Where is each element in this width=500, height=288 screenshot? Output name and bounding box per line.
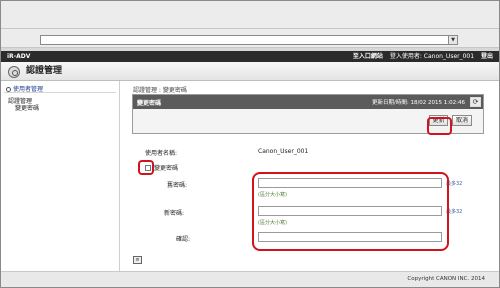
page-titlebar: 認證管理 xyxy=(1,62,499,81)
page-title: 認證管理 xyxy=(26,66,63,76)
panel-title: 變更密碼 xyxy=(137,100,162,107)
browser-toolbar xyxy=(1,1,499,29)
gear-icon xyxy=(8,66,20,78)
highlight-box xyxy=(427,117,452,135)
login-user-text: 登入使用者: Canon_User_001 xyxy=(389,53,475,60)
username-label: 使用者名稱: xyxy=(145,150,178,157)
cancel-button[interactable]: 取消 xyxy=(452,115,472,126)
confirm-password-label: 確認: xyxy=(176,236,191,243)
change-password-label: 變更密碼 xyxy=(154,165,179,172)
footer: Copyright CANON INC. 2014 xyxy=(1,271,499,287)
username-value: Canon_User_001 xyxy=(258,148,309,155)
last-updated-text: 更新日期/時間: 18/02 2015 1:02:46 xyxy=(371,100,465,106)
back-to-top-icon[interactable]: ≡ xyxy=(133,256,142,264)
app-header: iR-ADV 至入口網站 登入使用者: Canon_User_001 登出 xyxy=(1,51,499,62)
sidebar: 使用者管理 認證管理 變更密碼 xyxy=(1,81,120,271)
highlight-box xyxy=(252,172,449,251)
new-password-label: 新密碼: xyxy=(164,210,185,217)
page-top-icon-glyph: ≡ xyxy=(135,257,140,263)
refresh-icon[interactable]: ⟳ xyxy=(470,97,481,107)
product-name: iR-ADV xyxy=(7,53,31,60)
portal-link[interactable]: 至入口網站 xyxy=(353,53,383,60)
panel-header: 變更密碼 更新日期/時間: 18/02 2015 1:02:46 ⟳ xyxy=(133,95,483,109)
sidebar-item-change-password[interactable]: 變更密碼 xyxy=(15,103,39,112)
highlight-box xyxy=(138,160,154,175)
logout-link[interactable]: 登出 xyxy=(481,53,493,60)
old-password-label: 舊密碼: xyxy=(167,182,188,189)
breadcrumb: 認證管理 : 變更密碼 xyxy=(133,87,187,94)
url-dropdown[interactable]: ▼ xyxy=(40,35,458,45)
chevron-down-icon[interactable]: ▼ xyxy=(448,36,457,44)
divider xyxy=(4,92,116,93)
header-links: 至入口網站 登入使用者: Canon_User_001 登出 xyxy=(348,52,493,61)
copyright-text: Copyright CANON INC. 2014 xyxy=(407,276,485,282)
